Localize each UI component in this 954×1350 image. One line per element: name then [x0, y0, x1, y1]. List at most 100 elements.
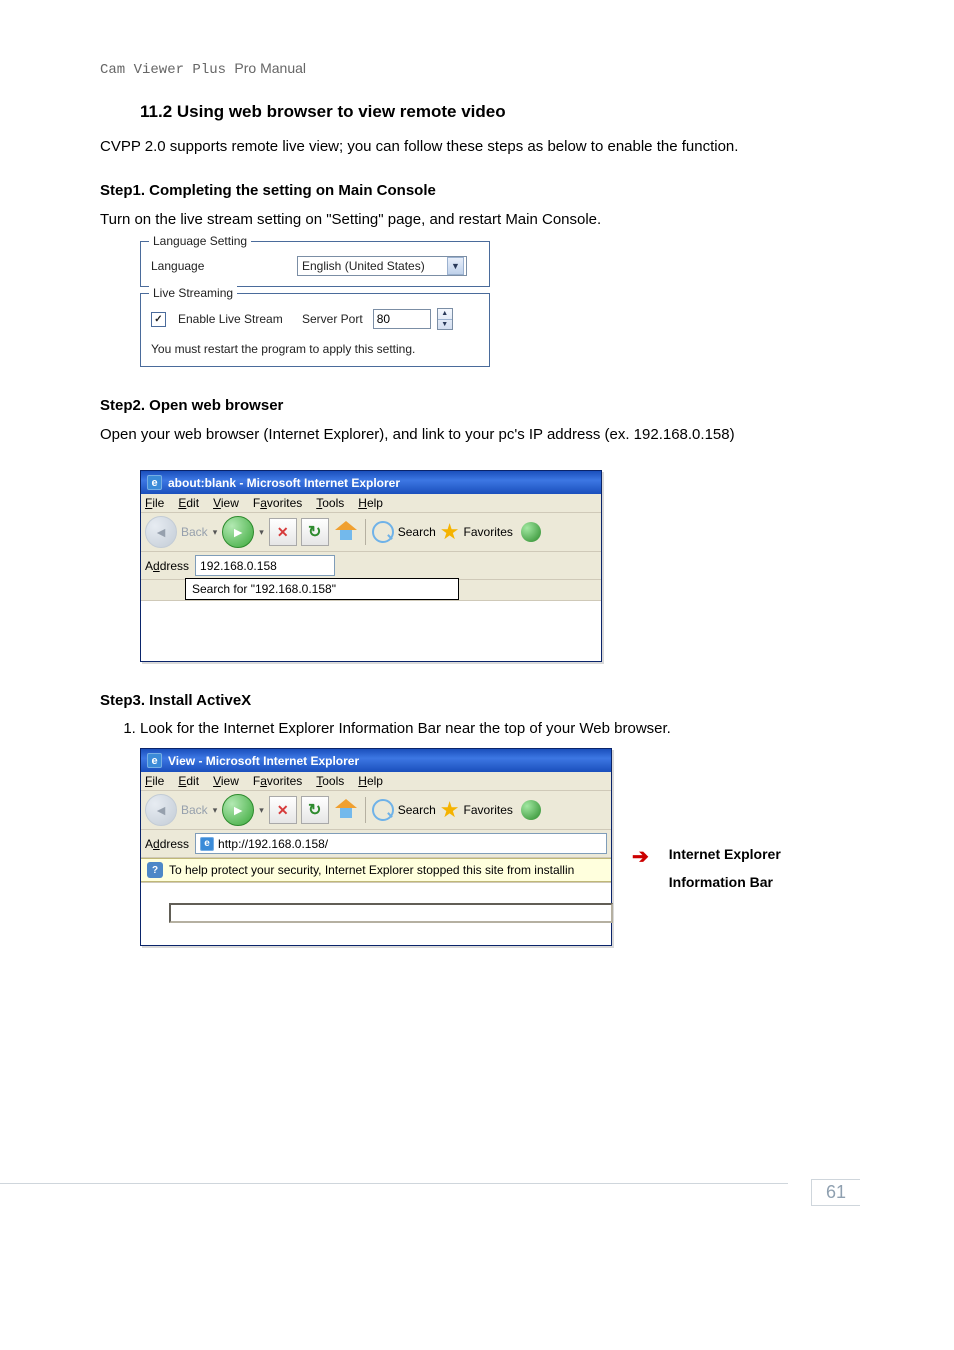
callout-arrow-icon: ➔ [632, 844, 649, 869]
menu-help[interactable]: Help [358, 774, 383, 788]
ie-menubar: File Edit View Favorites Tools Help [141, 494, 601, 513]
address-suggestion[interactable]: Search for "192.168.0.158" [185, 578, 459, 600]
step2-body: Open your web browser (Internet Explorer… [100, 420, 854, 450]
server-port-label: Server Port [302, 312, 363, 326]
stop-button[interactable]: ✕ [269, 518, 297, 546]
forward-dropdown-icon[interactable]: ▾ [258, 527, 265, 538]
address-bar: Address e http://192.168.0.158/ [141, 830, 611, 858]
infobar-text: To help protect your security, Internet … [169, 863, 574, 877]
header-prefix: Cam Viewer Plus [100, 62, 234, 78]
page-number: 61 [797, 1175, 874, 1210]
menu-favorites[interactable]: Favorites [253, 496, 302, 510]
home-button[interactable] [333, 519, 359, 545]
language-setting-group: Language Setting Language English (Unite… [140, 241, 490, 287]
forward-button[interactable]: ► [222, 794, 254, 826]
language-value: English (United States) [302, 259, 425, 273]
footer-rule [0, 1183, 788, 1184]
globe-icon[interactable] [521, 800, 541, 820]
section-title: 11.2 Using web browser to view remote vi… [140, 102, 854, 122]
menu-edit[interactable]: Edit [178, 496, 199, 510]
menu-favorites[interactable]: Favorites [253, 774, 302, 788]
favorites-label[interactable]: Favorites [464, 803, 513, 817]
menu-view[interactable]: View [213, 774, 239, 788]
back-dropdown-icon[interactable]: ▾ [212, 527, 219, 538]
ie-menubar: File Edit View Favorites Tools Help [141, 772, 611, 791]
ie-window-step2: e about:blank - Microsoft Internet Explo… [140, 470, 602, 662]
menu-view[interactable]: View [213, 496, 239, 510]
menu-file[interactable]: File [145, 496, 164, 510]
server-port-input[interactable] [373, 309, 431, 329]
ie-logo-icon: e [147, 753, 162, 768]
refresh-button[interactable]: ↻ [301, 518, 329, 546]
back-label: Back [181, 803, 208, 817]
ie-titlebar: e about:blank - Microsoft Internet Explo… [141, 471, 601, 494]
ie-information-bar[interactable]: ? To help protect your security, Interne… [141, 858, 611, 882]
ie-toolbar: ◄ Back ▾ ► ▾ ✕ ↻ Search ★ Favorites [141, 791, 611, 830]
menu-tools[interactable]: Tools [316, 774, 344, 788]
step3-list: Look for the Internet Explorer Informati… [100, 715, 854, 742]
ie-title: about:blank - Microsoft Internet Explore… [168, 476, 400, 490]
back-button[interactable]: ◄ [145, 794, 177, 826]
live-streaming-group: Live Streaming ✓ Enable Live Stream Serv… [140, 293, 490, 367]
language-legend: Language Setting [149, 234, 251, 248]
ie-titlebar: e View - Microsoft Internet Explorer [141, 749, 611, 772]
address-bar: Address 192.168.0.158 [141, 552, 601, 580]
address-value: 192.168.0.158 [200, 559, 277, 573]
server-port-spinner[interactable]: ▲▼ [437, 308, 453, 330]
address-label: Address [145, 559, 189, 573]
menu-tools[interactable]: Tools [316, 496, 344, 510]
toolbar-separator [365, 797, 366, 823]
menu-file[interactable]: File [145, 774, 164, 788]
home-button[interactable] [333, 797, 359, 823]
step1-heading: Step1. Completing the setting on Main Co… [100, 182, 854, 199]
back-button[interactable]: ◄ [145, 516, 177, 548]
favorites-star-icon: ★ [440, 799, 460, 821]
section-intro: CVPP 2.0 supports remote live view; you … [100, 132, 854, 162]
search-icon [372, 799, 394, 821]
address-input[interactable]: e http://192.168.0.158/ [195, 833, 607, 854]
globe-icon[interactable] [521, 522, 541, 542]
stop-icon: ✕ [277, 524, 289, 541]
inner-frame [169, 903, 613, 923]
settings-panel: Language Setting Language English (Unite… [140, 241, 490, 367]
ie-content-area [141, 600, 601, 661]
search-label[interactable]: Search [398, 525, 436, 539]
enable-live-stream-checkbox[interactable]: ✓ [151, 312, 166, 327]
refresh-icon: ↻ [308, 800, 321, 820]
favorites-label[interactable]: Favorites [464, 525, 513, 539]
refresh-button[interactable]: ↻ [301, 796, 329, 824]
address-label: Address [145, 837, 189, 851]
menu-help[interactable]: Help [358, 496, 383, 510]
address-value: http://192.168.0.158/ [218, 837, 328, 851]
ie-toolbar: ◄ Back ▾ ► ▾ ✕ ↻ Search ★ Favorites [141, 513, 601, 552]
back-label: Back [181, 525, 208, 539]
stop-icon: ✕ [277, 802, 289, 819]
language-label: Language [151, 259, 291, 273]
ie-logo-icon: e [147, 475, 162, 490]
home-icon [335, 523, 357, 541]
search-label[interactable]: Search [398, 803, 436, 817]
suggestion-text: Search for "192.168.0.158" [192, 582, 336, 596]
ie-title: View - Microsoft Internet Explorer [168, 754, 359, 768]
forward-button[interactable]: ► [222, 516, 254, 548]
dropdown-arrow-icon: ▼ [447, 257, 464, 275]
information-bar-callout: Internet Explorer Information Bar [669, 840, 854, 896]
address-input[interactable]: 192.168.0.158 [195, 555, 335, 576]
page-icon: e [200, 837, 214, 851]
step2-heading: Step2. Open web browser [100, 397, 854, 414]
home-icon [335, 801, 357, 819]
step1-body: Turn on the live stream setting on "Sett… [100, 205, 854, 235]
header-suffix: Pro Manual [234, 60, 306, 76]
stop-button[interactable]: ✕ [269, 796, 297, 824]
ie-content-area [141, 882, 611, 945]
live-stream-legend: Live Streaming [149, 286, 237, 300]
menu-edit[interactable]: Edit [178, 774, 199, 788]
ie-window-step3: e View - Microsoft Internet Explorer Fil… [140, 748, 612, 946]
shield-icon: ? [147, 862, 163, 878]
enable-live-stream-label: Enable Live Stream [178, 312, 296, 326]
favorites-star-icon: ★ [440, 521, 460, 543]
step3-list-item-1: Look for the Internet Explorer Informati… [140, 715, 854, 742]
back-dropdown-icon[interactable]: ▾ [212, 805, 219, 816]
language-combo[interactable]: English (United States) ▼ [297, 256, 467, 276]
forward-dropdown-icon[interactable]: ▾ [258, 805, 265, 816]
